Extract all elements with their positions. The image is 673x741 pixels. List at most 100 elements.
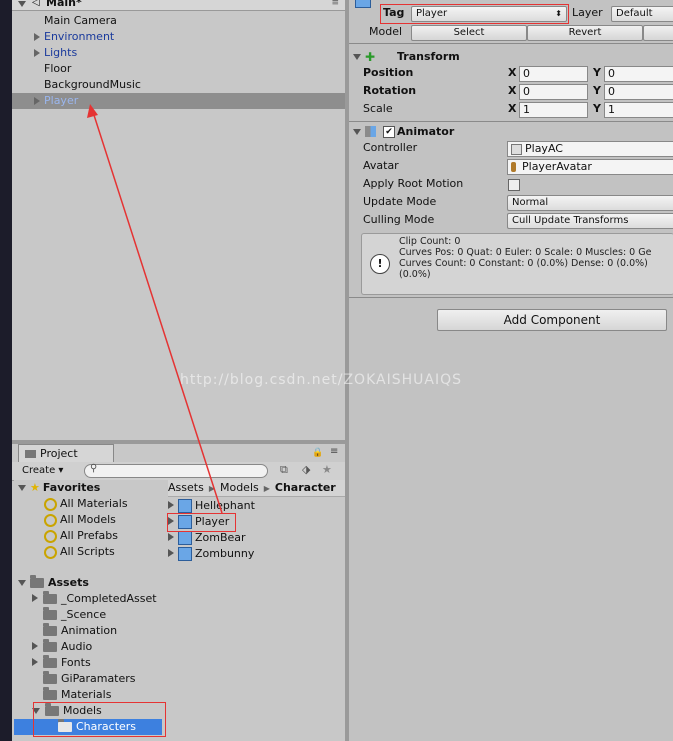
culling-mode-dropdown[interactable]: Cull Update Transforms xyxy=(507,213,673,229)
collapse-arrow-icon[interactable] xyxy=(353,54,361,60)
favorite-star-icon[interactable]: ★ xyxy=(322,463,332,476)
expand-arrow-icon[interactable] xyxy=(34,97,40,105)
hierarchy-item-label: Environment xyxy=(44,30,115,43)
hierarchy-item-label: Floor xyxy=(44,62,72,75)
x-axis-label: X xyxy=(508,84,517,97)
breadcrumb-item[interactable]: Assets xyxy=(168,481,204,494)
expand-arrow-icon[interactable] xyxy=(32,658,38,666)
asset-file-item[interactable]: ZomBear xyxy=(168,530,246,546)
divider xyxy=(349,297,673,298)
transform-row-label: Position xyxy=(363,66,414,79)
hierarchy-item-label: Lights xyxy=(44,46,78,59)
x-value-field[interactable]: 1 xyxy=(519,102,588,118)
asset-file-item[interactable]: Zombunny xyxy=(168,546,254,562)
asset-file-item[interactable]: Hellephant xyxy=(168,498,255,514)
asset-folder-item[interactable]: _CompletedAsset xyxy=(32,591,157,607)
culling-mode-label: Culling Mode xyxy=(363,213,435,226)
scene-header[interactable]: ◁ Main* ≡ xyxy=(12,0,345,11)
update-mode-dropdown[interactable]: Normal xyxy=(507,195,673,211)
assets-title: Assets xyxy=(48,576,89,589)
project-folder-icon xyxy=(25,450,36,458)
hierarchy-item[interactable]: BackgroundMusic xyxy=(12,77,345,93)
gameobject-cube-icon xyxy=(355,0,371,8)
animator-info-box: ! Clip Count: 0 Curves Pos: 0 Quat: 0 Eul… xyxy=(361,233,673,295)
asset-folder-item[interactable]: Audio xyxy=(32,639,92,655)
asset-folder-label: _Scence xyxy=(61,608,107,621)
x-value-field[interactable]: 0 xyxy=(519,66,588,82)
y-value-field[interactable]: 0 xyxy=(604,84,673,100)
model-select-button[interactable]: Select xyxy=(411,25,527,41)
model-prefab-icon xyxy=(178,499,192,513)
favorite-item[interactable]: All Prefabs xyxy=(44,528,118,544)
expand-arrow-icon[interactable] xyxy=(168,533,174,541)
lock-icon[interactable]: 🔒 xyxy=(312,448,323,458)
panel-menu-icon[interactable]: ≡ xyxy=(330,446,338,457)
update-mode-value: Normal xyxy=(512,197,549,208)
player-asset-highlight-box xyxy=(167,513,236,532)
favorite-item[interactable]: All Materials xyxy=(44,496,128,512)
breadcrumb-item[interactable]: Character xyxy=(275,481,336,494)
controller-field[interactable]: PlayAC xyxy=(507,141,673,157)
expand-arrow-icon[interactable] xyxy=(32,594,38,602)
collapse-arrow-icon[interactable] xyxy=(18,1,26,7)
favorite-item[interactable]: All Models xyxy=(44,512,116,528)
folder-icon xyxy=(43,607,57,620)
asset-folder-item[interactable]: Animation xyxy=(32,623,117,639)
search-input[interactable]: ⚲ xyxy=(84,463,268,478)
y-axis-label: Y xyxy=(593,66,601,79)
expand-arrow-icon[interactable] xyxy=(168,501,174,509)
model-revert-button[interactable]: Revert xyxy=(527,25,643,41)
unity-logo-icon: ◁ xyxy=(32,0,40,8)
favorite-item[interactable]: All Scripts xyxy=(44,544,115,560)
hierarchy-item[interactable]: Lights xyxy=(12,45,345,61)
scene-title: Main* xyxy=(46,0,82,9)
asset-folder-label: _CompletedAsset xyxy=(61,592,157,605)
expand-arrow-icon[interactable] xyxy=(32,642,38,650)
asset-folder-label: Audio xyxy=(61,640,93,653)
hierarchy-item[interactable]: Floor xyxy=(12,61,345,77)
asset-file-label: Zombunny xyxy=(195,547,255,560)
divider xyxy=(349,43,673,44)
layer-label: Layer xyxy=(572,6,603,19)
apply-root-motion-checkbox[interactable] xyxy=(508,179,520,191)
animator-enabled-checkbox[interactable]: ✔ xyxy=(383,126,395,138)
hierarchy-item[interactable]: Player xyxy=(12,93,345,109)
asset-folder-item[interactable]: Fonts xyxy=(32,655,91,671)
hierarchy-item-label: BackgroundMusic xyxy=(44,78,141,91)
collapse-arrow-icon[interactable] xyxy=(18,485,26,491)
asset-file-label: Hellephant xyxy=(195,499,255,512)
asset-folder-item[interactable]: GiParamaters xyxy=(32,671,136,687)
breadcrumb-item[interactable]: Models xyxy=(220,481,259,494)
filter-type-icon[interactable]: ⧉ xyxy=(280,463,288,477)
create-label: Create xyxy=(22,465,56,476)
asset-folder-label: GiParamaters xyxy=(61,672,136,685)
model-open-button[interactable] xyxy=(643,25,673,41)
star-icon: ★ xyxy=(30,481,40,494)
create-dropdown[interactable]: Create ▾ xyxy=(22,464,63,478)
info-icon: ! xyxy=(370,254,390,274)
asset-folder-item[interactable]: Materials xyxy=(32,687,111,703)
y-value-field[interactable]: 0 xyxy=(604,66,673,82)
animator-header[interactable]: ✔ Animator xyxy=(349,123,673,141)
models-folder-highlight-box xyxy=(33,702,166,737)
collapse-arrow-icon[interactable] xyxy=(353,129,361,135)
expand-arrow-icon[interactable] xyxy=(168,549,174,557)
filter-label-icon[interactable]: ⬗ xyxy=(302,463,310,476)
favorites-header[interactable]: ★ Favorites xyxy=(18,480,100,496)
x-value-field[interactable]: 0 xyxy=(519,84,588,100)
hierarchy-item[interactable]: Environment xyxy=(12,29,345,45)
asset-folder-item[interactable]: _Scence xyxy=(32,607,106,623)
hierarchy-item[interactable]: Main Camera xyxy=(12,13,345,29)
y-value-field[interactable]: 1 xyxy=(604,102,673,118)
avatar-field[interactable]: PlayerAvatar xyxy=(507,159,673,175)
add-component-button[interactable]: Add Component xyxy=(437,309,667,331)
expand-arrow-icon[interactable] xyxy=(34,49,40,57)
animator-title: Animator xyxy=(397,125,455,138)
layer-dropdown[interactable]: Default xyxy=(611,6,673,22)
assets-header[interactable]: Assets xyxy=(18,575,89,591)
panel-menu-icon[interactable]: ≡ xyxy=(331,0,339,10)
collapse-arrow-icon[interactable] xyxy=(18,580,26,586)
expand-arrow-icon[interactable] xyxy=(34,33,40,41)
transform-header[interactable]: ✚ Transform xyxy=(349,48,673,66)
project-tab[interactable]: Project xyxy=(18,444,114,463)
